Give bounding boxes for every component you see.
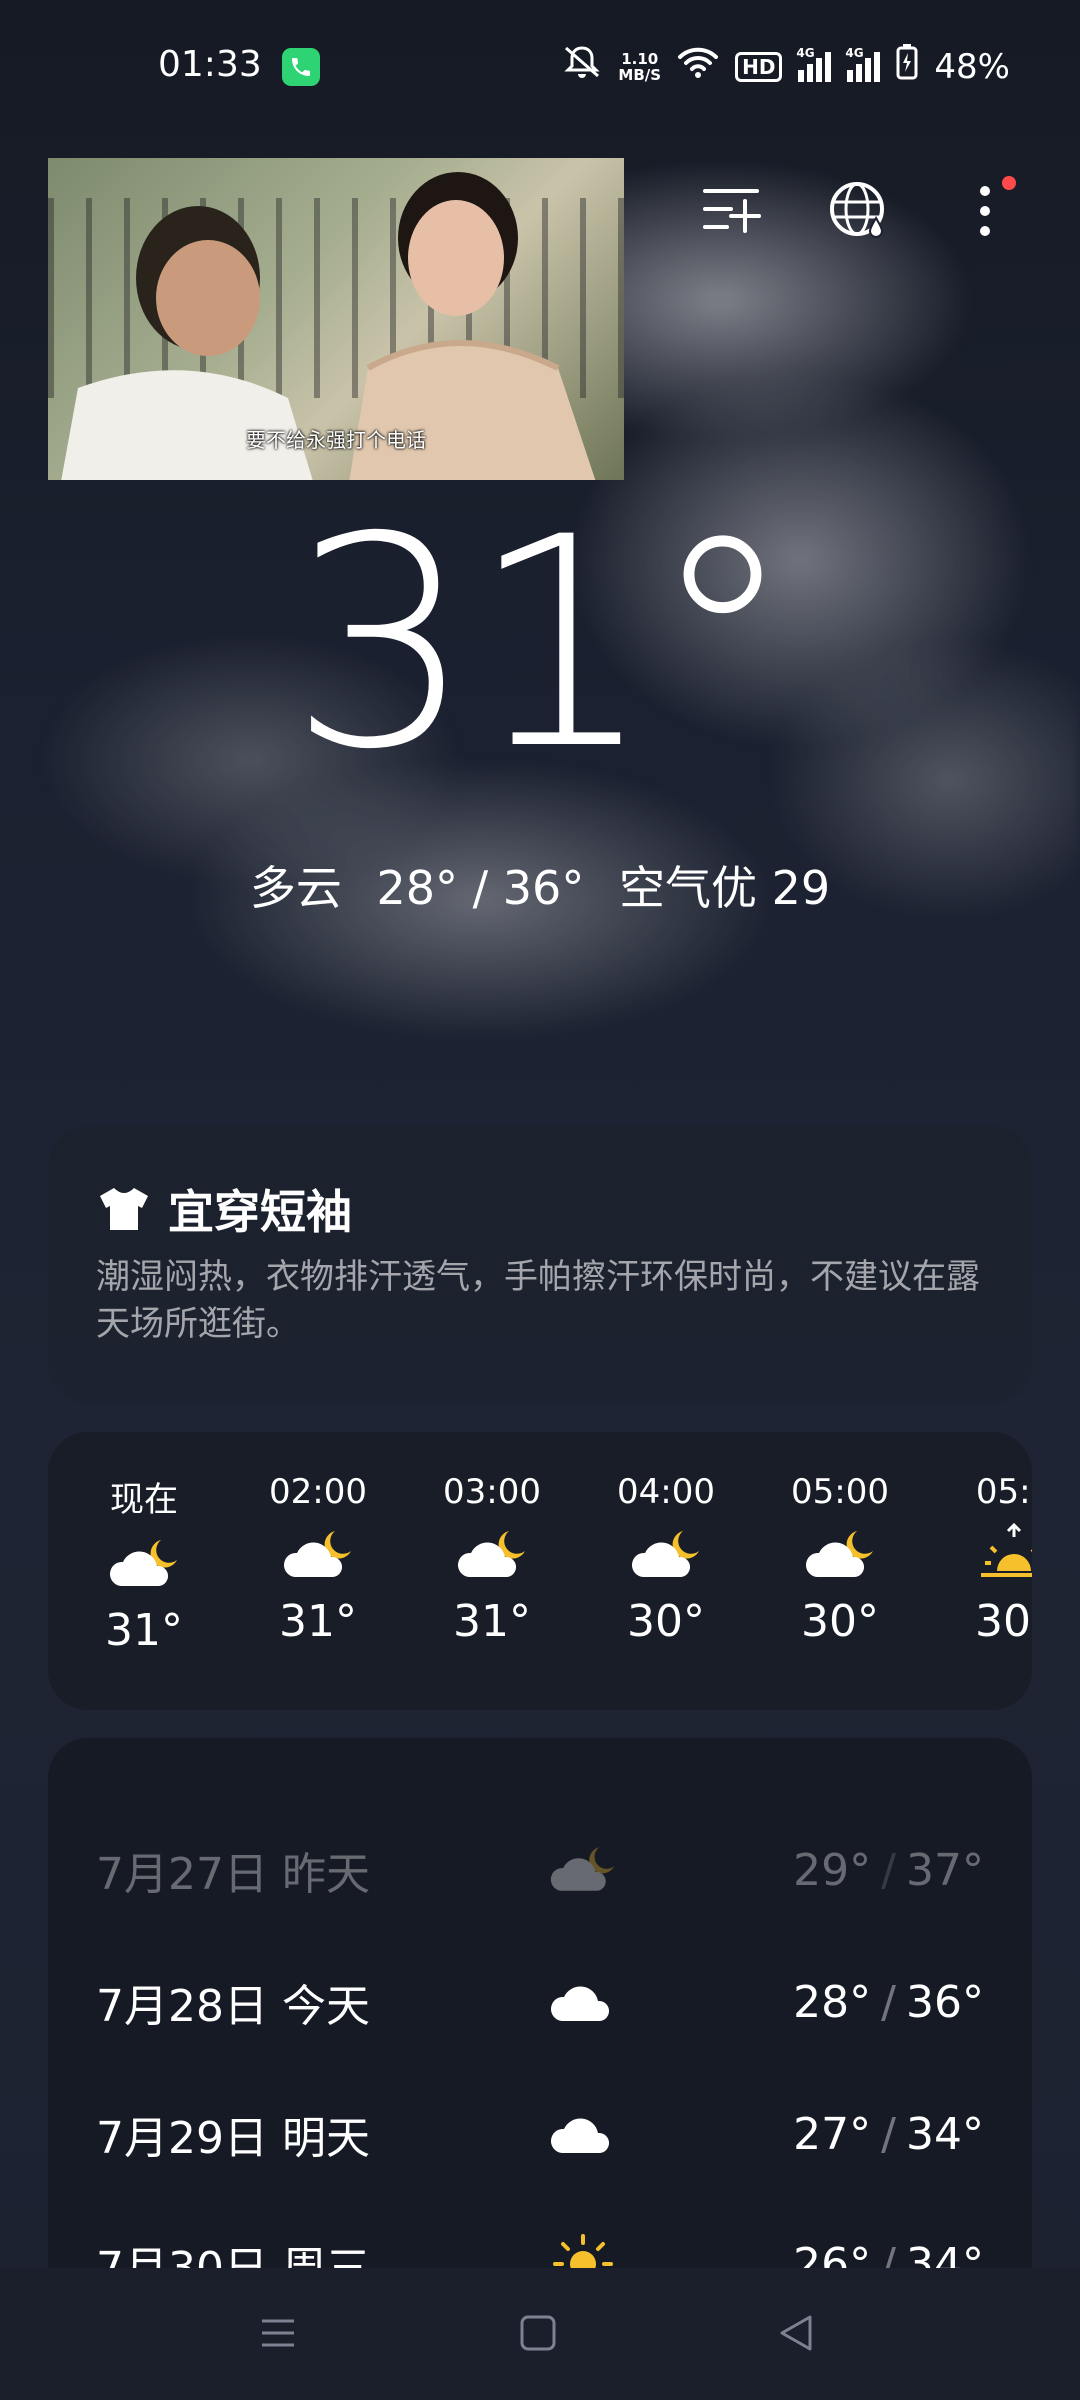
- day-date: 7月30日 周三: [96, 2232, 370, 2268]
- day-date: 7月27日 昨天: [96, 1849, 370, 1900]
- sunrise-icon: [981, 1523, 1032, 1577]
- hour-temp: 31°: [279, 1596, 357, 1647]
- cloud-moon-icon: [550, 1847, 615, 1891]
- signal-2-label: 4G: [845, 45, 864, 60]
- tip-title-row: 宜穿短袖: [96, 1176, 352, 1242]
- network-speed-value: 1.10: [621, 49, 659, 68]
- tshirt-icon: [100, 1188, 148, 1230]
- video-pip-player[interactable]: 要不给永强打个电话: [48, 158, 624, 480]
- tip-title: 宜穿短袖: [168, 1185, 352, 1239]
- signal-icon-2: 4G: [845, 46, 881, 82]
- signal-icon-1: 4G: [796, 46, 832, 82]
- weather-summary: 多云 28° / 36° 空气优 29: [0, 852, 1080, 918]
- hourly-forecast-card[interactable]: 现在 31° 02:00 31° 03:00 31° 04:00 30° 05:…: [48, 1432, 1032, 1710]
- day-row[interactable]: 7月30日 周三 26°/34°: [48, 2224, 1032, 2268]
- sun-icon: [553, 2234, 613, 2268]
- day-low: 27°: [793, 2108, 872, 2160]
- current-condition: 多云: [249, 861, 342, 915]
- day-temp-range: 27°/34°: [793, 2108, 984, 2160]
- today-temp-range: 28° / 36°: [376, 861, 585, 915]
- battery-charging-icon: [896, 44, 918, 89]
- hour-item: 02:00 31°: [248, 1472, 388, 1647]
- hour-temp: 31°: [105, 1605, 183, 1656]
- more-vertical-icon: [980, 186, 990, 236]
- recent-apps-button[interactable]: [248, 2308, 308, 2358]
- hour-label: 04:00: [617, 1472, 715, 1512]
- hour-label: 现在: [110, 1480, 178, 1520]
- day-high: 34°: [906, 2238, 984, 2269]
- tip-description: 潮湿闷热，衣物排汗透气，手帕擦汗环保时尚，不建议在露天场所逛街。: [96, 1257, 980, 1344]
- cloud-icon: [550, 2118, 610, 2153]
- hour-label: 05:0: [975, 1472, 1032, 1512]
- air-quality[interactable]: 空气优 29: [619, 861, 830, 915]
- network-speed-unit: MB/S: [618, 65, 662, 84]
- day-row[interactable]: 7月27日 昨天 29°/37°: [48, 1830, 1032, 1910]
- wifi-icon: [677, 45, 719, 88]
- hour-item: 03:00 31°: [422, 1472, 562, 1647]
- list-add-icon: [703, 189, 761, 233]
- navigation-bar: [0, 2268, 1080, 2400]
- add-city-button[interactable]: [696, 176, 766, 246]
- status-icons: 1.10 MB/S HD 4G 4G 48%: [562, 44, 1010, 89]
- cloud-moon-icon: [109, 1540, 177, 1586]
- back-button[interactable]: [766, 2308, 826, 2358]
- hour-label: 05:00: [791, 1472, 889, 1512]
- status-bar: 01:33 1.10 MB/S HD 4G 4G 48%: [0, 0, 1080, 130]
- menu-icon: [262, 2319, 294, 2347]
- home-square-icon: [520, 2315, 556, 2351]
- notification-dot: [1002, 176, 1016, 190]
- video-subtitle: 要不给永强打个电话: [246, 428, 426, 452]
- battery-percent: 48%: [934, 46, 1010, 87]
- cloud-icon: [550, 1986, 610, 2021]
- day-temp-range: 29°/37°: [793, 1844, 984, 1896]
- current-temperature: 31°: [288, 476, 795, 813]
- home-button[interactable]: [508, 2308, 568, 2358]
- day-date: 7月29日 明天: [96, 2113, 370, 2164]
- cloud-moon-icon: [283, 1531, 351, 1577]
- signal-1-label: 4G: [796, 45, 815, 60]
- bell-muted-icon: [562, 44, 602, 89]
- day-row[interactable]: 7月29日 明天 27°/34°: [48, 2094, 1032, 2174]
- status-time: 01:33: [158, 44, 262, 85]
- hour-item: 04:00 30°: [596, 1472, 736, 1647]
- hour-temp: 30°: [975, 1596, 1032, 1647]
- cloud-moon-icon: [631, 1531, 699, 1577]
- day-date: 7月28日 今天: [96, 1981, 370, 2032]
- hour-temp: 30°: [801, 1596, 879, 1647]
- network-speed: 1.10 MB/S: [618, 51, 661, 83]
- day-temp-range: 26°/34°: [793, 2239, 984, 2269]
- hour-temp: 30°: [627, 1596, 705, 1647]
- day-low: 29°: [793, 1844, 872, 1896]
- day-high: 34°: [906, 2108, 984, 2160]
- hour-item: 05:0 30°: [944, 1472, 1032, 1647]
- cloud-moon-icon: [805, 1531, 873, 1577]
- daily-forecast-card[interactable]: 7月27日 昨天 29°/37° 7月28日 今天 28°/36° 7月29日 …: [48, 1738, 1032, 2268]
- hour-temp: 31°: [453, 1596, 531, 1647]
- clothing-tip-card[interactable]: 宜穿短袖 潮湿闷热，衣物排汗透气，手帕擦汗环保时尚，不建议在露天场所逛街。: [48, 1126, 1032, 1404]
- cloud-moon-icon: [457, 1531, 525, 1577]
- hour-item: 05:00 30°: [770, 1472, 910, 1647]
- phone-call-icon[interactable]: [282, 48, 320, 86]
- hour-item: 现在 31°: [74, 1472, 214, 1656]
- back-triangle-icon: [780, 2315, 812, 2351]
- globe-icon: [830, 182, 884, 238]
- hour-label: 02:00: [269, 1472, 367, 1512]
- day-row[interactable]: 7月28日 今天 28°/36°: [48, 1962, 1032, 2042]
- hd-voice-icon: HD: [735, 51, 783, 82]
- day-high: 37°: [906, 1844, 984, 1896]
- day-temp-range: 28°/36°: [793, 1976, 984, 2028]
- day-high: 36°: [906, 1976, 984, 2028]
- hour-label: 03:00: [443, 1472, 541, 1512]
- global-weather-button[interactable]: [824, 176, 894, 246]
- day-low: 28°: [793, 1976, 872, 2028]
- day-low: 26°: [793, 2238, 872, 2269]
- more-menu-button[interactable]: [950, 176, 1020, 246]
